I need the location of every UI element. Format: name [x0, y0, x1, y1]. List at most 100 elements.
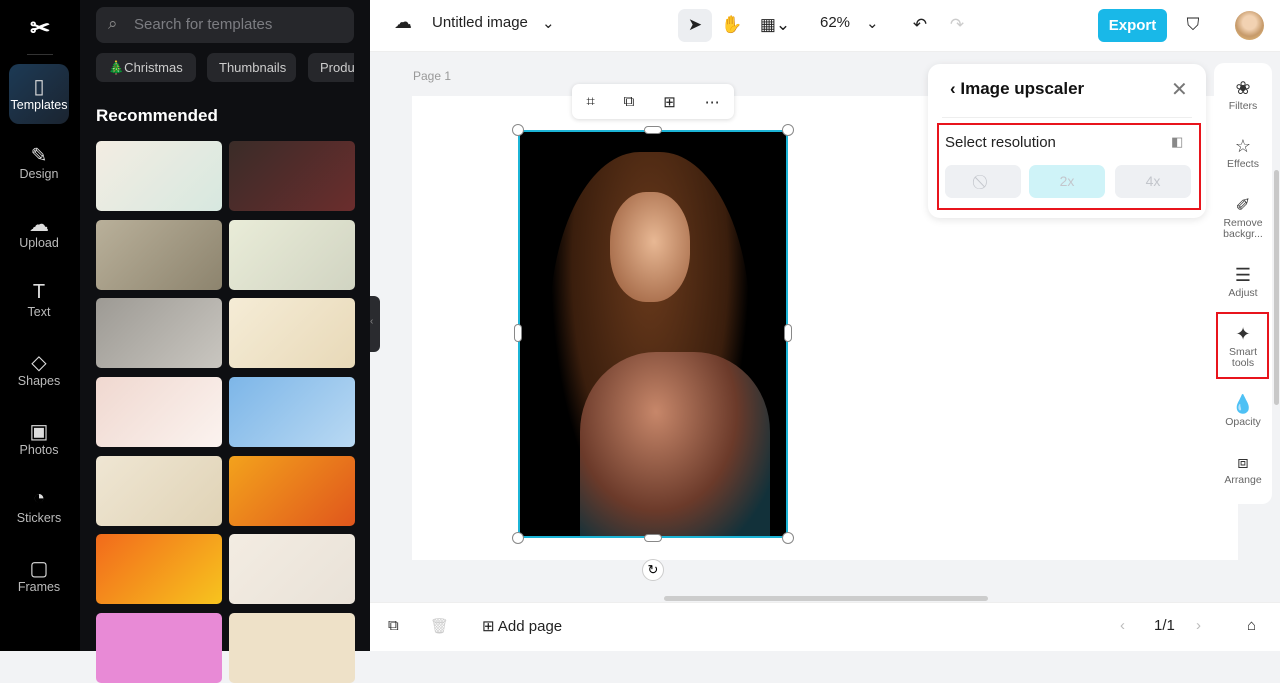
selected-image[interactable]: [518, 130, 788, 538]
template-thumbnail[interactable]: [96, 298, 222, 368]
filters-button[interactable]: ❀ Filters: [1214, 77, 1272, 112]
close-icon[interactable]: ✕: [1171, 77, 1188, 102]
document-title[interactable]: Untitled image: [432, 14, 528, 31]
filters-icon: ❀: [1235, 78, 1251, 98]
bottom-bar: ⧉ 🗑 ⊞ Add page ‹ 1/1 › ⌂: [370, 602, 1280, 651]
remove-background-button[interactable]: ✐ Remove backgr...: [1214, 194, 1272, 240]
crop-icon[interactable]: ⌗: [586, 93, 594, 110]
effects-button[interactable]: ☆ Effects: [1214, 135, 1272, 170]
resolution-4x-button[interactable]: 4x: [1115, 165, 1191, 198]
duplicate-icon[interactable]: ⊞: [663, 93, 676, 111]
context-toolbar: ⌗ ⧉ ⊞ ⋯: [572, 84, 734, 119]
nav-label: Text: [27, 305, 51, 319]
nav-templates[interactable]: ▯ Templates: [9, 64, 69, 124]
nav-design[interactable]: ✎ Design: [9, 133, 69, 193]
add-page-icon: ⊞: [482, 618, 498, 635]
zoom-chevron-icon[interactable]: ⌄: [866, 14, 879, 32]
delete-icon[interactable]: 🗑: [430, 617, 449, 635]
redo-button[interactable]: ↷: [940, 9, 974, 42]
horizontal-scrollbar[interactable]: [664, 596, 988, 601]
template-thumbnail[interactable]: [229, 298, 355, 368]
divider: [27, 54, 53, 55]
template-thumbnail[interactable]: [96, 220, 222, 290]
undo-button[interactable]: ↶: [903, 9, 937, 42]
resize-handle[interactable]: [782, 532, 794, 544]
nav-upload[interactable]: ☁ Upload: [9, 202, 69, 262]
left-nav-rail: ✂ ▯ Templates ✎ Design ☁ Upload T Text ◇ Shap…: [0, 0, 80, 651]
cloud-save-icon[interactable]: ☁: [394, 12, 412, 33]
adjust-icon: ☰: [1234, 265, 1252, 285]
resolution-none-button[interactable]: ⃠: [945, 165, 1021, 198]
page-manager-icon[interactable]: ⌂: [1247, 617, 1256, 634]
template-thumbnail[interactable]: [229, 141, 355, 211]
chip-thumbnails[interactable]: Thumbnails: [207, 53, 296, 82]
replace-icon[interactable]: ⧉: [624, 93, 635, 110]
nav-label: Design: [19, 167, 59, 181]
divider: [942, 117, 1192, 118]
shield-icon[interactable]: ⛉: [1176, 9, 1210, 42]
resolution-2x-button[interactable]: 2x: [1029, 165, 1105, 198]
upload-icon: ☁: [29, 214, 49, 236]
hand-tool-button[interactable]: ✋: [715, 9, 749, 42]
back-icon[interactable]: ‹: [950, 79, 960, 98]
capcut-logo-icon[interactable]: ✂: [24, 14, 56, 42]
effects-icon: ☆: [1234, 136, 1252, 156]
resize-handle[interactable]: [784, 324, 792, 342]
select-tool-button[interactable]: ➤: [678, 9, 712, 42]
panel-title: ‹ Image upscaler: [950, 79, 1084, 99]
chip-product[interactable]: Product: [308, 53, 354, 82]
nav-photos[interactable]: ▣ Photos: [9, 409, 69, 469]
photos-icon: ▣: [29, 421, 49, 443]
search-placeholder: Search for templates: [134, 16, 273, 33]
nav-label: Photos: [19, 443, 59, 457]
template-thumbnail[interactable]: [229, 220, 355, 290]
nav-label: Upload: [19, 236, 59, 250]
template-thumbnail[interactable]: [96, 534, 222, 604]
duplicate-page-icon[interactable]: ⧉: [388, 617, 399, 634]
page-pagination: 1/1: [1154, 617, 1175, 634]
resize-handle[interactable]: [782, 124, 794, 136]
chevron-down-icon[interactable]: ⌄: [542, 14, 555, 32]
layout-button[interactable]: ▦⌄: [758, 9, 792, 42]
design-icon: ✎: [30, 145, 48, 167]
template-thumbnail[interactable]: [229, 456, 355, 526]
nav-stickers[interactable]: ◔ Stickers: [9, 477, 69, 537]
avatar[interactable]: [1235, 11, 1264, 40]
nav-shapes[interactable]: ◇ Shapes: [9, 340, 69, 400]
arrange-button[interactable]: ⧈ Arrange: [1214, 451, 1272, 486]
more-icon[interactable]: ⋯: [705, 93, 720, 111]
template-thumbnail[interactable]: [96, 377, 222, 447]
template-thumbnail[interactable]: [229, 613, 355, 683]
template-thumbnail[interactable]: [96, 141, 222, 211]
chip-christmas[interactable]: 🎄Christmas: [96, 53, 196, 82]
template-thumbnail[interactable]: [229, 377, 355, 447]
adjust-button[interactable]: ☰ Adjust: [1214, 264, 1272, 299]
text-icon: T: [32, 281, 46, 303]
opacity-button[interactable]: 💧 Opacity: [1214, 393, 1272, 428]
export-button[interactable]: Export: [1098, 9, 1167, 42]
portrait-face: [610, 192, 690, 302]
template-thumbnail[interactable]: [96, 613, 222, 683]
nav-label: Frames: [17, 580, 61, 594]
opacity-icon: 💧: [1231, 394, 1255, 414]
resize-handle[interactable]: [644, 534, 662, 542]
prev-page-icon[interactable]: ‹: [1120, 617, 1125, 634]
add-page-button[interactable]: ⊞ Add page: [482, 617, 562, 635]
next-page-icon[interactable]: ›: [1196, 617, 1201, 634]
zoom-level[interactable]: 62%: [820, 14, 850, 31]
nav-label: Templates: [10, 98, 68, 112]
highlight-box: [1216, 312, 1269, 379]
resize-handle[interactable]: [512, 124, 524, 136]
resize-handle[interactable]: [512, 532, 524, 544]
resize-handle[interactable]: [514, 324, 522, 342]
template-thumbnail[interactable]: [96, 456, 222, 526]
compare-icon[interactable]: ◧: [1171, 134, 1183, 150]
resize-handle[interactable]: [644, 126, 662, 134]
templates-icon: ▯: [33, 76, 45, 98]
rotate-icon[interactable]: ↻: [642, 559, 664, 581]
template-thumbnail[interactable]: [229, 534, 355, 604]
nav-frames[interactable]: ▢ Frames: [9, 546, 69, 606]
search-input[interactable]: ⌕ Search for templates: [96, 7, 354, 43]
vertical-scrollbar[interactable]: [1274, 170, 1279, 405]
nav-text[interactable]: T Text: [9, 271, 69, 331]
